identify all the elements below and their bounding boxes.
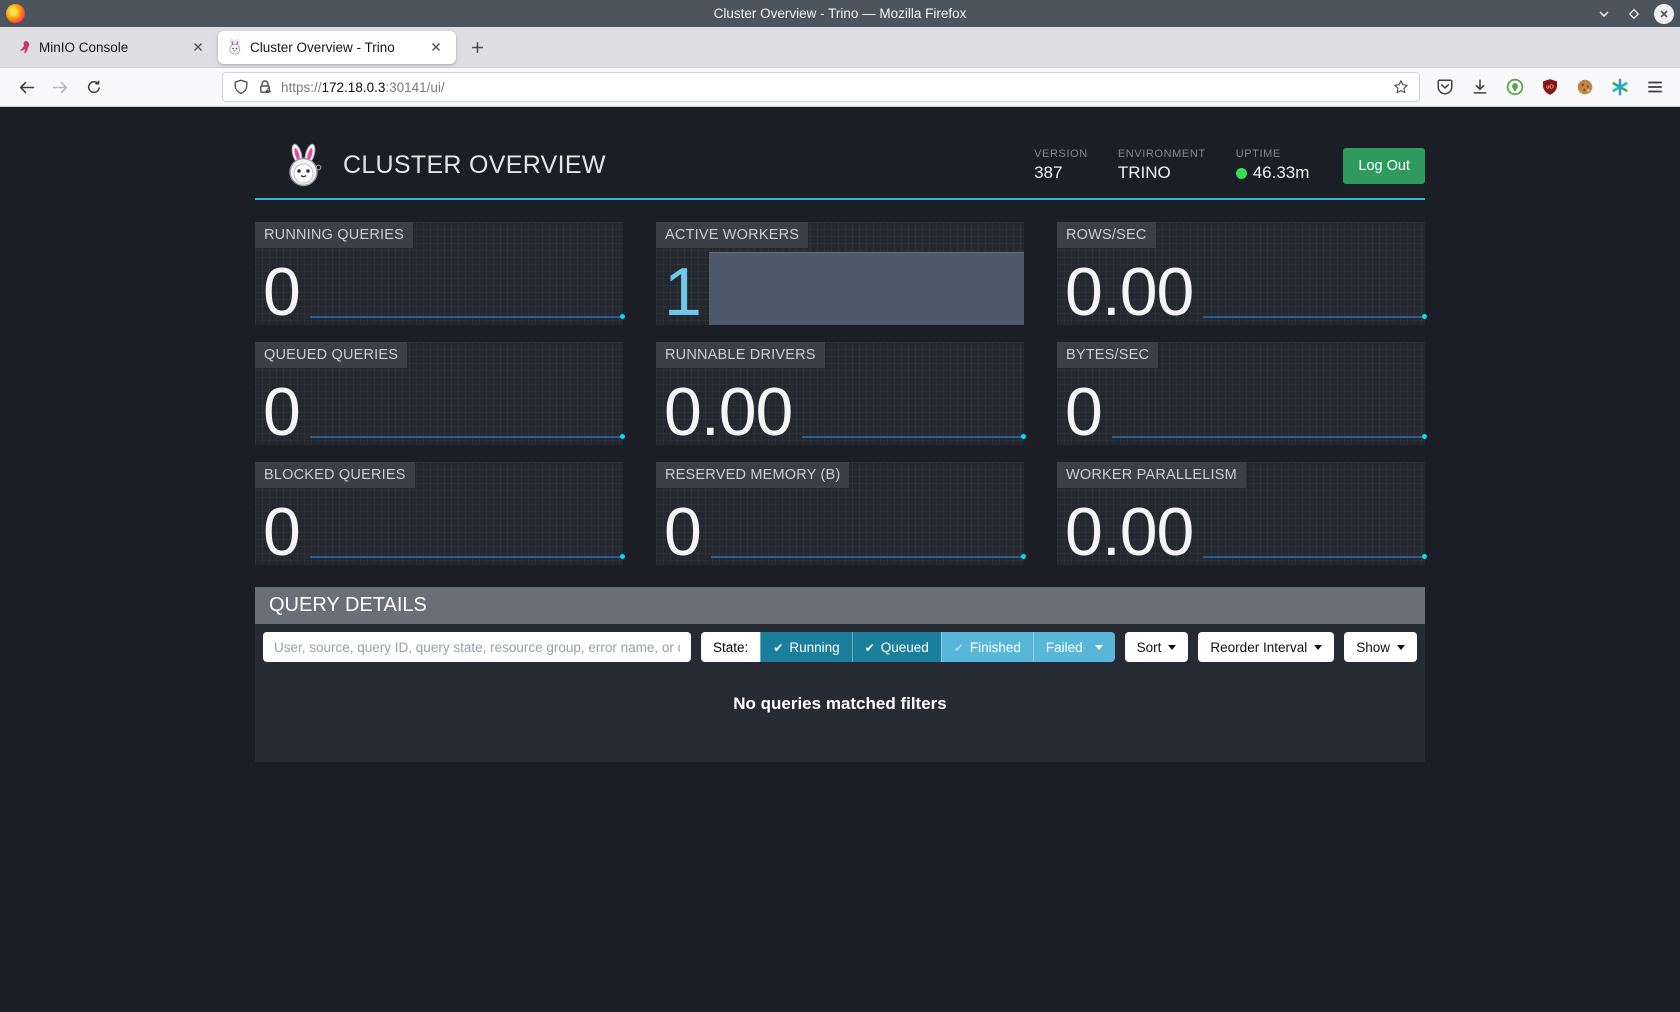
metric-label: RESERVED MEMORY (B) [656, 462, 849, 488]
state-filter-queued[interactable]: Queued [852, 632, 941, 662]
metric-value: 0 [263, 265, 300, 321]
uptime-status-dot [1236, 168, 1247, 179]
window-title: Cluster Overview - Trino — Mozilla Firef… [0, 6, 1680, 21]
trino-cluster-overview-page: CLUSTER OVERVIEW VERSION 387 ENVIRONMENT… [0, 107, 1680, 1012]
bookmark-star-icon[interactable] [1393, 79, 1409, 95]
check-icon [954, 640, 964, 655]
cookie-extension-icon[interactable] [1576, 78, 1594, 96]
back-button[interactable] [12, 73, 40, 101]
asterisk-extension-icon[interactable] [1611, 78, 1629, 96]
metric-label: ACTIVE WORKERS [656, 222, 808, 248]
caret-down-icon [1168, 645, 1176, 650]
state-filter-group: State: Running Queued Finished Failed [701, 632, 1115, 662]
metric-value: 0.00 [664, 385, 792, 441]
window-maximize-button[interactable] [1624, 4, 1644, 24]
metric-tile-rows-sec: ROWS/SEC 0.00 [1057, 222, 1425, 325]
sparkline [1203, 308, 1425, 318]
check-icon [865, 640, 875, 655]
state-filter-finished[interactable]: Finished [941, 632, 1033, 662]
sparkline [1203, 548, 1425, 558]
state-filter-failed-dropdown[interactable]: Failed [1033, 632, 1115, 662]
new-tab-button[interactable] [466, 36, 488, 58]
metric-tile-worker-parallelism: WORKER PARALLELISM 0.00 [1057, 462, 1425, 565]
caret-down-icon [1095, 645, 1103, 650]
trino-favicon-icon [227, 39, 243, 55]
metric-value: 0.00 [1065, 505, 1193, 561]
caret-down-icon [1314, 645, 1322, 650]
metric-label: BLOCKED QUERIES [255, 462, 415, 488]
metric-tile-bytes-sec: BYTES/SEC 0 [1057, 342, 1425, 445]
metric-tile-active-workers: ACTIVE WORKERS 1 [656, 222, 1024, 325]
version-stat: VERSION 387 [1034, 148, 1088, 183]
window-titlebar: Cluster Overview - Trino — Mozilla Firef… [0, 0, 1680, 27]
metric-value: 0 [263, 505, 300, 561]
menu-hamburger-icon[interactable] [1646, 78, 1664, 96]
sparkline [310, 548, 623, 558]
query-search-input[interactable] [263, 632, 691, 662]
url-text[interactable]: https://172.18.0.3:30141/ui/ [281, 80, 1385, 95]
tab-label: Cluster Overview - Trino [250, 40, 418, 55]
sparkline [711, 548, 1024, 558]
page-title: CLUSTER OVERVIEW [343, 151, 1034, 180]
tab-bar: MinIO Console Cluster Overview - Trino [0, 27, 1680, 68]
show-dropdown[interactable]: Show [1344, 632, 1417, 662]
state-filter-running[interactable]: Running [760, 632, 851, 662]
close-tab-icon[interactable] [187, 36, 209, 58]
sparkline [802, 428, 1024, 438]
metric-label: QUEUED QUERIES [255, 342, 407, 368]
check-icon [773, 640, 783, 655]
trino-bunny-logo [283, 142, 325, 190]
metric-value: 0 [1065, 385, 1102, 441]
close-tab-icon[interactable] [425, 36, 447, 58]
metric-value: 0.00 [1065, 265, 1193, 321]
tracking-shield-icon[interactable] [233, 79, 249, 95]
downloads-icon[interactable] [1471, 78, 1489, 96]
metric-label: BYTES/SEC [1057, 342, 1158, 368]
sparkline [1112, 428, 1425, 438]
sparkline [310, 428, 623, 438]
extension-green-icon[interactable] [1506, 78, 1524, 96]
metric-label: WORKER PARALLELISM [1057, 462, 1246, 488]
window-minimize-button[interactable] [1594, 4, 1614, 24]
ublock-origin-icon[interactable]: uO [1541, 78, 1559, 96]
metric-tile-queued-queries: QUEUED QUERIES 0 [255, 342, 623, 445]
navigation-toolbar: https://172.18.0.3:30141/ui/ uO [0, 68, 1680, 107]
reorder-interval-dropdown[interactable]: Reorder Interval [1198, 632, 1334, 662]
page-header: CLUSTER OVERVIEW VERSION 387 ENVIRONMENT… [255, 107, 1425, 200]
logout-button[interactable]: Log Out [1343, 148, 1425, 184]
metric-value: 1 [664, 265, 701, 321]
metrics-grid: RUNNING QUERIES 0 ACTIVE WORKERS 1 ROWS/… [255, 222, 1425, 565]
forward-button[interactable] [46, 73, 74, 101]
metric-tile-reserved-memory: RESERVED MEMORY (B) 0 [656, 462, 1024, 565]
tab-cluster-overview[interactable]: Cluster Overview - Trino [218, 31, 456, 64]
empty-results-message: No queries matched filters [263, 662, 1417, 754]
metric-tile-running-queries: RUNNING QUERIES 0 [255, 222, 623, 325]
state-filter-label: State: [701, 632, 760, 662]
window-close-button[interactable] [1654, 4, 1674, 24]
sparkline-filled [709, 252, 1024, 325]
query-details-title: QUERY DETAILS [255, 587, 1425, 624]
reload-button[interactable] [80, 73, 108, 101]
metric-label: ROWS/SEC [1057, 222, 1156, 248]
metric-label: RUNNABLE DRIVERS [656, 342, 825, 368]
url-bar[interactable]: https://172.18.0.3:30141/ui/ [222, 72, 1420, 102]
tab-minio-console[interactable]: MinIO Console [8, 31, 218, 64]
uptime-stat: UPTIME 46.33m [1236, 148, 1310, 183]
metric-value: 0 [664, 505, 701, 561]
pocket-icon[interactable] [1436, 78, 1454, 96]
metric-tile-blocked-queries: BLOCKED QUERIES 0 [255, 462, 623, 565]
minio-favicon-icon [17, 40, 32, 55]
metric-value: 0 [263, 385, 300, 441]
query-details-section: QUERY DETAILS State: Running Queued Fini… [255, 587, 1425, 762]
sort-dropdown[interactable]: Sort [1125, 632, 1189, 662]
environment-stat: ENVIRONMENT TRINO [1118, 148, 1206, 183]
tab-label: MinIO Console [39, 40, 180, 55]
connection-lock-warning-icon[interactable] [257, 79, 273, 95]
svg-text:uO: uO [1546, 85, 1554, 91]
sparkline [310, 308, 623, 318]
metric-label: RUNNING QUERIES [255, 222, 413, 248]
metric-tile-runnable-drivers: RUNNABLE DRIVERS 0.00 [656, 342, 1024, 445]
caret-down-icon [1397, 645, 1405, 650]
